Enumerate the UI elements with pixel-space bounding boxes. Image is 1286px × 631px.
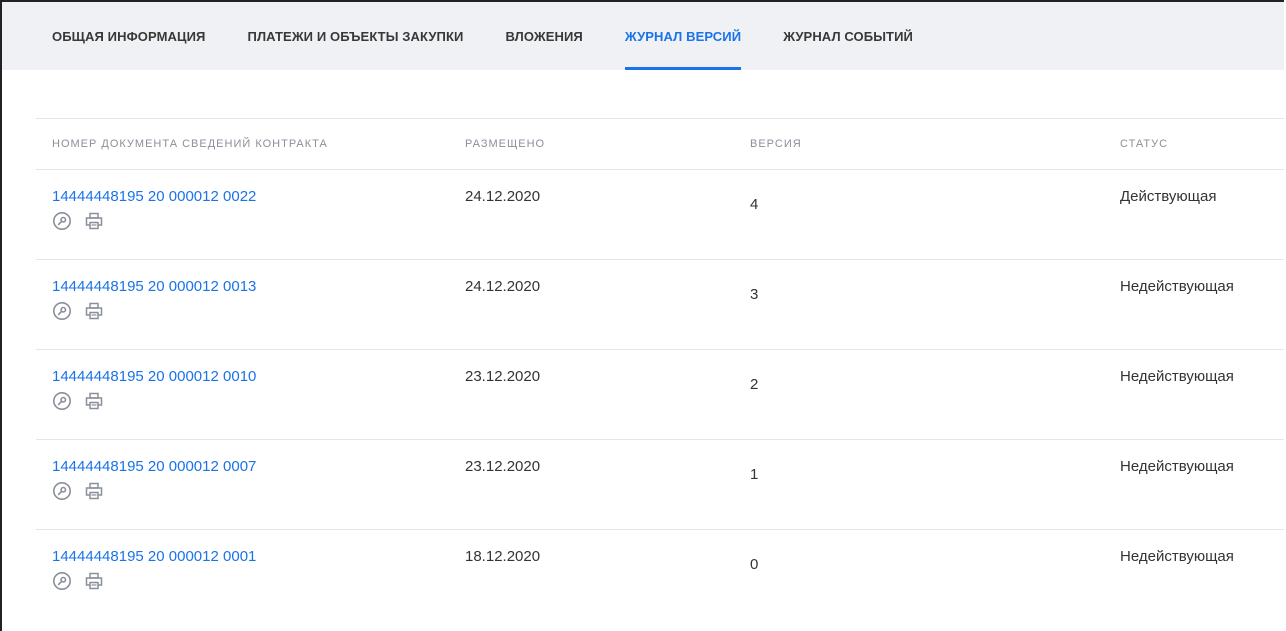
version-number: 1 — [750, 466, 759, 483]
table-row: 14444448195 20 000012 0022 24.12.2020 4 … — [36, 169, 1284, 259]
row-actions — [52, 571, 465, 591]
tab-attachments[interactable]: ВЛОЖЕНИЯ — [505, 2, 582, 70]
print-icon[interactable] — [84, 391, 104, 411]
tab-payments-objects[interactable]: ПЛАТЕЖИ И ОБЪЕКТЫ ЗАКУПКИ — [248, 2, 464, 70]
version-number: 0 — [750, 556, 759, 573]
doc-number-link[interactable]: 14444448195 20 000012 0007 — [52, 458, 256, 475]
doc-number-link[interactable]: 14444448195 20 000012 0001 — [52, 548, 256, 565]
signature-key-icon[interactable] — [52, 211, 72, 231]
signature-key-icon[interactable] — [52, 391, 72, 411]
tab-general-info[interactable]: ОБЩАЯ ИНФОРМАЦИЯ — [52, 2, 206, 70]
versions-table: НОМЕР ДОКУМЕНТА СВЕДЕНИЙ КОНТРАКТА РАЗМЕ… — [36, 118, 1284, 619]
status-text: Недействующая — [1120, 368, 1234, 385]
print-icon[interactable] — [84, 481, 104, 501]
doc-number-link[interactable]: 14444448195 20 000012 0013 — [52, 278, 256, 295]
row-actions — [52, 391, 465, 411]
page-frame: ОБЩАЯ ИНФОРМАЦИЯ ПЛАТЕЖИ И ОБЪЕКТЫ ЗАКУП… — [0, 0, 1284, 631]
table-header-row: НОМЕР ДОКУМЕНТА СВЕДЕНИЙ КОНТРАКТА РАЗМЕ… — [36, 118, 1284, 169]
print-icon[interactable] — [84, 211, 104, 231]
tab-event-log[interactable]: ЖУРНАЛ СОБЫТИЙ — [783, 2, 913, 70]
status-text: Недействующая — [1120, 548, 1234, 565]
column-header-status: СТАТУС — [1120, 138, 1169, 150]
placed-date: 24.12.2020 — [465, 188, 541, 205]
table-row: 14444448195 20 000012 0010 23.12.2020 2 … — [36, 349, 1284, 439]
status-text: Действующая — [1120, 188, 1217, 205]
signature-key-icon[interactable] — [52, 481, 72, 501]
signature-key-icon[interactable] — [52, 571, 72, 591]
column-header-doc-number: НОМЕР ДОКУМЕНТА СВЕДЕНИЙ КОНТРАКТА — [52, 138, 328, 150]
placed-date: 24.12.2020 — [465, 278, 541, 295]
table-row: 14444448195 20 000012 0001 18.12.2020 0 … — [36, 529, 1284, 619]
placed-date: 23.12.2020 — [465, 458, 541, 475]
version-number: 3 — [750, 286, 759, 303]
print-icon[interactable] — [84, 571, 104, 591]
doc-number-cell: 14444448195 20 000012 0001 — [36, 548, 465, 619]
print-icon[interactable] — [84, 301, 104, 321]
row-actions — [52, 481, 465, 501]
table-body: 14444448195 20 000012 0022 24.12.2020 4 … — [36, 169, 1284, 619]
tab-version-log[interactable]: ЖУРНАЛ ВЕРСИЙ — [624, 2, 742, 70]
doc-number-cell: 14444448195 20 000012 0013 — [36, 278, 465, 349]
doc-number-link[interactable]: 14444448195 20 000012 0022 — [52, 188, 256, 205]
doc-number-cell: 14444448195 20 000012 0022 — [36, 188, 465, 259]
table-row: 14444448195 20 000012 0007 23.12.2020 1 … — [36, 439, 1284, 529]
doc-number-cell: 14444448195 20 000012 0010 — [36, 368, 465, 439]
column-header-placed: РАЗМЕЩЕНО — [465, 138, 546, 150]
tab-bar: ОБЩАЯ ИНФОРМАЦИЯ ПЛАТЕЖИ И ОБЪЕКТЫ ЗАКУП… — [2, 2, 1284, 70]
column-header-version: ВЕРСИЯ — [750, 138, 802, 150]
doc-number-cell: 14444448195 20 000012 0007 — [36, 458, 465, 529]
placed-date: 18.12.2020 — [465, 548, 541, 565]
row-actions — [52, 211, 465, 231]
status-text: Недействующая — [1120, 278, 1234, 295]
doc-number-link[interactable]: 14444448195 20 000012 0010 — [52, 368, 256, 385]
status-text: Недействующая — [1120, 458, 1234, 475]
version-number: 4 — [750, 196, 759, 213]
placed-date: 23.12.2020 — [465, 368, 541, 385]
row-actions — [52, 301, 465, 321]
table-row: 14444448195 20 000012 0013 24.12.2020 3 … — [36, 259, 1284, 349]
signature-key-icon[interactable] — [52, 301, 72, 321]
version-number: 2 — [750, 376, 759, 393]
